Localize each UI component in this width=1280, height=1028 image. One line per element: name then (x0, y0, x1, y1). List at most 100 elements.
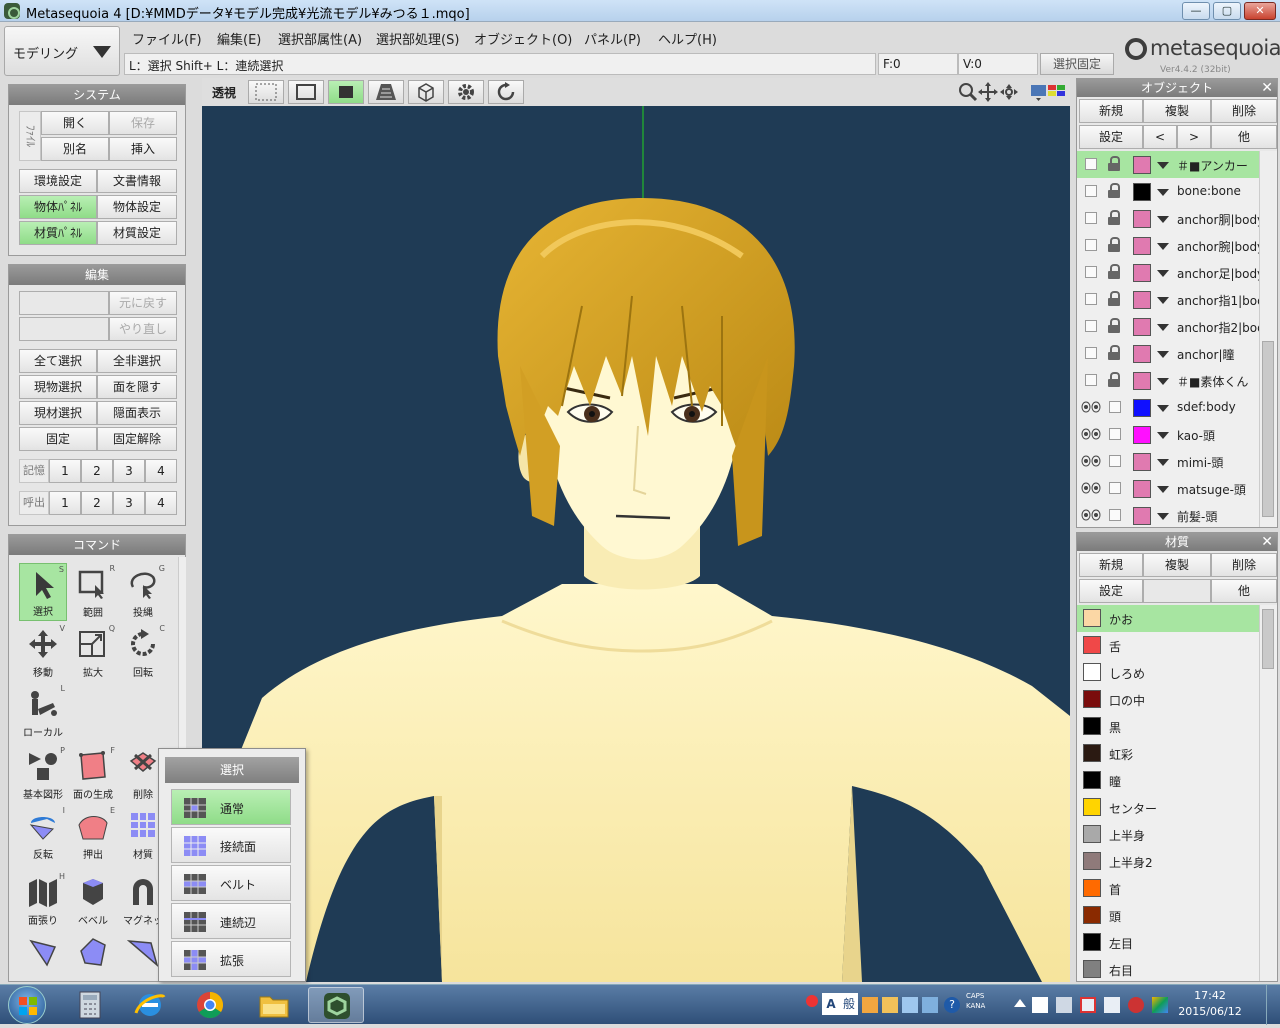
object-row[interactable]: kao-頭 (1077, 421, 1259, 448)
recall-slot-3[interactable]: 3 (113, 491, 145, 515)
mode-dropdown[interactable]: モデリング (4, 26, 120, 76)
object-row[interactable]: ＃■素体くん (1077, 367, 1259, 394)
insert-button[interactable]: 挿入 (109, 137, 177, 161)
tool-extra-2[interactable] (69, 931, 117, 981)
ime-input-mode[interactable]: A (822, 993, 840, 1015)
view-face-button[interactable] (328, 80, 364, 104)
object-color-swatch[interactable] (1133, 318, 1151, 336)
lock-icon[interactable] (1107, 291, 1121, 307)
lock-checkbox[interactable] (1109, 509, 1121, 521)
material-row[interactable]: 首 (1077, 875, 1259, 902)
ime-settings-icon[interactable] (922, 997, 938, 1013)
tool-face-fill[interactable]: H 面張り (19, 871, 67, 929)
object-row[interactable]: bone:bone (1077, 178, 1259, 205)
material-row[interactable]: 左目 (1077, 929, 1259, 956)
selection-lock-button[interactable]: 選択固定 (1040, 53, 1114, 75)
taskbar-ie[interactable] (122, 987, 178, 1023)
memory-slot-3[interactable]: 3 (113, 459, 145, 483)
chevron-down-icon[interactable] (1157, 162, 1169, 169)
object-color-swatch[interactable] (1133, 156, 1151, 174)
recall-slot-1[interactable]: 1 (49, 491, 81, 515)
object-new-button[interactable]: 新規 (1079, 99, 1143, 123)
network-icon[interactable] (1056, 997, 1072, 1013)
chevron-down-icon[interactable] (1157, 324, 1169, 331)
material-panel-toggle[interactable]: 材質ﾊﾟﾈﾙ (19, 221, 97, 245)
view-texture-button[interactable] (368, 80, 404, 104)
object-row[interactable]: anchor足|body (1077, 259, 1261, 286)
env-settings-button[interactable]: 環境設定 (19, 169, 97, 193)
menu-object[interactable]: オブジェクト(O) (474, 29, 572, 48)
chevron-down-icon[interactable] (1157, 459, 1169, 466)
chevron-down-icon[interactable] (1157, 351, 1169, 358)
tool-local[interactable]: L ローカル (19, 683, 67, 741)
material-other-button[interactable]: 他 (1211, 579, 1277, 603)
material-row[interactable]: 上半身2 (1077, 848, 1259, 875)
memory-slot-2[interactable]: 2 (81, 459, 113, 483)
visibility-checkbox[interactable] (1081, 293, 1103, 305)
lock-icon[interactable] (1107, 156, 1121, 172)
ime-dictionary-icon[interactable] (882, 997, 898, 1013)
visibility-checkbox[interactable] (1081, 374, 1103, 386)
lock-checkbox[interactable] (1109, 455, 1121, 467)
object-color-swatch[interactable] (1133, 264, 1151, 282)
memory-slot-4[interactable]: 4 (145, 459, 177, 483)
redo-button[interactable]: やり直し (109, 317, 177, 341)
ime-tool-icon[interactable] (862, 997, 878, 1013)
object-prev-button[interactable]: < (1143, 125, 1177, 149)
view-backface-button[interactable] (408, 80, 444, 104)
windows-flag-icon[interactable] (1032, 997, 1048, 1013)
chevron-down-icon[interactable] (1157, 189, 1169, 196)
eye-visible-icon[interactable] (1081, 509, 1103, 521)
google-drive-icon[interactable] (1152, 997, 1168, 1013)
object-color-swatch[interactable] (1133, 210, 1151, 228)
minimize-button[interactable]: — (1182, 2, 1210, 20)
tool-extrude[interactable]: E 押出 (69, 805, 117, 863)
scroll-thumb[interactable] (1262, 341, 1274, 517)
lock-checkbox[interactable] (1109, 428, 1121, 440)
maximize-button[interactable]: ▢ (1213, 2, 1241, 20)
perspective-label[interactable]: 透視 (212, 84, 236, 101)
object-color-swatch[interactable] (1133, 372, 1151, 390)
view-edge-button[interactable] (288, 80, 324, 104)
object-row[interactable]: anchor胴|body (1077, 205, 1261, 232)
scroll-thumb[interactable] (1262, 609, 1274, 669)
object-color-swatch[interactable] (1133, 291, 1151, 309)
security-icon[interactable] (1128, 997, 1144, 1013)
object-row[interactable]: mimi-頭 (1077, 448, 1259, 475)
material-row[interactable]: しろめ (1077, 659, 1259, 686)
object-color-swatch[interactable] (1133, 237, 1151, 255)
material-settings-button[interactable]: 材質設定 (97, 221, 177, 245)
material-row[interactable]: かお (1077, 605, 1259, 632)
visibility-checkbox[interactable] (1081, 320, 1103, 332)
lock-icon[interactable] (1107, 183, 1121, 199)
material-row[interactable]: 瞳 (1077, 767, 1259, 794)
show-hidden-button[interactable]: 隠面表示 (97, 401, 177, 425)
lock-icon[interactable] (1107, 372, 1121, 388)
object-settings-button[interactable]: 物体設定 (97, 195, 177, 219)
material-new-button[interactable]: 新規 (1079, 553, 1143, 577)
chevron-down-icon[interactable] (1157, 297, 1169, 304)
object-other-button[interactable]: 他 (1211, 125, 1277, 149)
layout-icon[interactable] (1030, 83, 1066, 101)
material-row[interactable]: センター (1077, 794, 1259, 821)
fix-button[interactable]: 固定 (19, 427, 97, 451)
chevron-down-icon[interactable] (1157, 378, 1169, 385)
material-row[interactable]: 黒 (1077, 713, 1259, 740)
menu-panel[interactable]: パネル(P) (584, 29, 641, 48)
help-icon[interactable]: ? (944, 997, 960, 1013)
start-button[interactable] (8, 986, 46, 1024)
ime-record-icon[interactable] (806, 995, 818, 1007)
material-row[interactable]: 右目 (1077, 956, 1259, 981)
view-refresh-button[interactable] (488, 80, 524, 104)
select-mode-normal[interactable]: 通常 (171, 789, 291, 825)
chevron-down-icon[interactable] (1157, 270, 1169, 277)
lock-icon[interactable] (1107, 237, 1121, 253)
recall-slot-2[interactable]: 2 (81, 491, 113, 515)
recall-slot-4[interactable]: 4 (145, 491, 177, 515)
select-mode-expand[interactable]: 拡張 (171, 941, 291, 977)
menu-help[interactable]: ヘルプ(H) (658, 29, 717, 48)
volume-muted-icon[interactable] (1080, 997, 1096, 1013)
chevron-down-icon[interactable] (1157, 486, 1169, 493)
menu-edit[interactable]: 編集(E) (217, 29, 261, 48)
tool-move[interactable]: V 移動 (19, 623, 67, 681)
